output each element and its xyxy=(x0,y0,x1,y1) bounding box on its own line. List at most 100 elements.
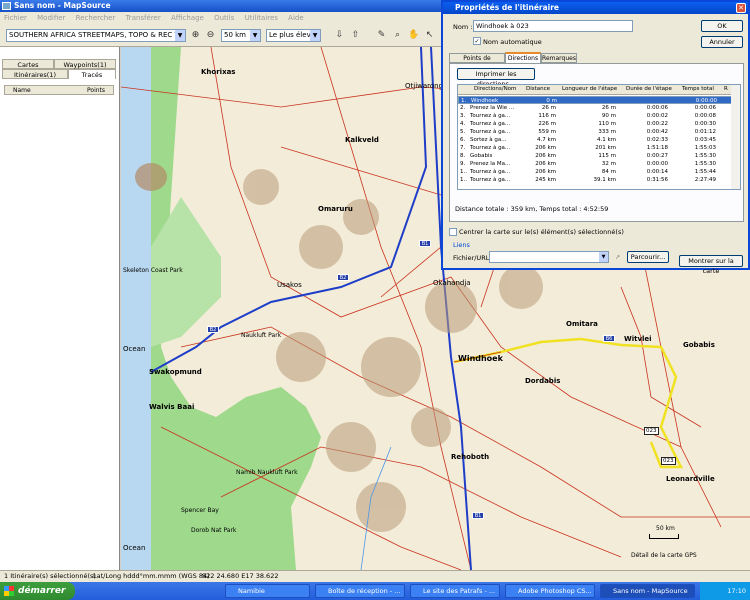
cell-dist: 206 km xyxy=(535,169,556,175)
window-title: Sans nom - MapSource xyxy=(14,1,111,10)
direction-row[interactable]: 4. Tournez à ga... 226 m 110 m 0:00:22 0:00:3… xyxy=(458,120,732,128)
column-leg-time[interactable]: Durée de l'étape xyxy=(626,85,672,94)
cell-len: 32 m xyxy=(601,161,616,167)
zoom-in-icon[interactable]: ⊕ xyxy=(190,30,201,41)
detail-level-select[interactable]: Le plus élevé ▼ xyxy=(266,29,321,42)
cell-dur: 0:00:02 xyxy=(646,113,668,119)
menu-edit[interactable]: Modifier xyxy=(37,14,65,22)
file-url-input[interactable]: ▼ xyxy=(489,251,609,263)
taskbar-item[interactable]: Namibie xyxy=(225,584,310,598)
column-leg-length[interactable]: Longueur de l'étape xyxy=(562,85,617,94)
menu-utilities[interactable]: Utilitaires xyxy=(245,14,278,22)
name-label: Nom : xyxy=(453,23,473,31)
ok-button[interactable]: OK xyxy=(701,20,743,32)
tab-waypoints[interactable]: Points de passage xyxy=(449,53,505,71)
cell-dur: 0:00:42 xyxy=(646,129,668,135)
tab-notes[interactable]: Remarques xyxy=(541,53,577,63)
column-r[interactable]: R xyxy=(724,85,728,94)
print-directions-button[interactable]: Imprimer les directions... xyxy=(457,68,535,88)
open-link-icon[interactable]: ➚ xyxy=(615,253,620,261)
select-tool-icon[interactable]: ↖ xyxy=(424,30,435,41)
tab-routes[interactable]: Itinéraires(1) xyxy=(2,69,68,79)
links-label: Liens xyxy=(453,241,470,249)
directions-list[interactable]: Directions/Nom Distance Longueur de l'ét… xyxy=(457,84,741,190)
receive-from-device-icon[interactable]: ⇩ xyxy=(334,30,345,41)
tab-waypoints[interactable]: Waypoints(1) xyxy=(54,59,116,69)
place-label: Skeleton Coast Park xyxy=(123,267,183,274)
cell-len: 110 m xyxy=(598,121,616,127)
direction-row[interactable]: 5. Tournez à ga... 559 m 333 m 0:00:42 0:01:1… xyxy=(458,128,732,136)
place-label: Witvlei xyxy=(624,335,652,343)
tab-maps[interactable]: Cartes xyxy=(2,59,54,69)
cell-tot: 1:55:44 xyxy=(694,169,716,175)
ocean-area xyxy=(121,47,151,570)
send-to-device-icon[interactable]: ⇧ xyxy=(350,30,361,41)
direction-row[interactable]: 2. Prenez la Wie ... 26 m 26 m 0:00:06 0:00:0… xyxy=(458,104,732,112)
cell-n: 1.. xyxy=(460,177,467,183)
cell-dur: 1:51:18 xyxy=(646,145,668,151)
tab-tracks[interactable]: Tracés xyxy=(68,69,116,79)
taskbar-item[interactable]: Adobe Photoshop CS... xyxy=(505,584,595,598)
menu-view[interactable]: Affichage xyxy=(171,14,204,22)
chevron-down-icon: ▼ xyxy=(175,30,185,41)
taskbar-item[interactable]: Boîte de réception - ... xyxy=(315,584,405,598)
cell-tot: 0:01:12 xyxy=(694,129,716,135)
place-label: Usakos xyxy=(277,281,302,289)
menu-help[interactable]: Aide xyxy=(288,14,303,22)
route-properties-dialog: Propriétés de l'itinéraire ✕ Nom : Windho… xyxy=(441,0,750,275)
place-label: Khorixas xyxy=(201,68,236,76)
column-directions[interactable]: Directions/Nom xyxy=(474,85,516,94)
taskbar-item[interactable]: Sans nom - MapSource xyxy=(600,584,695,598)
zoom-level-value: 50 km xyxy=(224,31,247,39)
menu-search[interactable]: Rechercher xyxy=(76,14,116,22)
pencil-icon[interactable]: ✎ xyxy=(376,30,387,41)
column-distance[interactable]: Distance xyxy=(526,85,550,94)
zoom-tool-icon[interactable]: ⌕ xyxy=(392,30,403,41)
direction-row[interactable]: 6. Sortez à ga... 4.7 km 4.1 km 0:02:33 0:03:… xyxy=(458,136,732,144)
list-header: Name Points xyxy=(4,85,114,95)
dialog-title: Propriétés de l'itinéraire xyxy=(455,3,560,12)
gps-detail-label: Détail de la carte GPS xyxy=(631,552,697,559)
direction-row[interactable]: 1.. Tournez à ga... 206 km 84 m 0:00:14 1:55:… xyxy=(458,168,732,176)
start-button[interactable]: démarrer xyxy=(0,582,75,600)
detail-level-value: Le plus élevé xyxy=(269,31,316,39)
zoom-out-icon[interactable]: ⊖ xyxy=(205,30,216,41)
cell-n: 6. xyxy=(460,137,466,143)
zoom-level-select[interactable]: 50 km ▼ xyxy=(221,29,261,42)
waypoint-flag: 023 xyxy=(661,457,676,465)
column-name[interactable]: Name xyxy=(13,86,31,95)
map-product-select[interactable]: SOUTHERN AFRICA STREETMAPS, TOPO & REC V… xyxy=(6,29,186,42)
windows-logo-icon xyxy=(4,586,14,596)
selection-status: 1 Itinéraire(s) sélectionné(s) xyxy=(4,572,96,580)
cell-dur: 0:00:22 xyxy=(646,121,668,127)
direction-row[interactable]: 3. Tournez à ga... 116 m 90 m 0:00:02 0:00:08 xyxy=(458,112,732,120)
cell-dir: Tournez à ga... xyxy=(470,145,511,151)
cell-n: 9. xyxy=(460,161,466,167)
direction-row[interactable]: 1. Windhoek 0 m 0:00:00 xyxy=(458,96,732,104)
route-name-field[interactable]: Windhoek à 023 xyxy=(473,20,633,32)
cell-tot: 0:03:45 xyxy=(694,137,716,143)
tab-directions[interactable]: Directions xyxy=(505,52,541,63)
close-icon[interactable]: ✕ xyxy=(736,3,746,13)
scrollbar[interactable] xyxy=(731,85,740,189)
place-label: Swakopmund xyxy=(149,368,202,376)
direction-row[interactable]: 8. Gobabis 206 km 115 m 0:00:27 1:55:30 xyxy=(458,152,732,160)
column-total-time[interactable]: Temps total xyxy=(682,85,714,94)
direction-row[interactable]: 9. Prenez la Ma... 206 km 32 m 0:00:00 1:55:3… xyxy=(458,160,732,168)
menu-tools[interactable]: Outils xyxy=(214,14,234,22)
cell-dir: Sortez à ga... xyxy=(470,137,507,143)
direction-row[interactable]: 7. Tournez à ga... 206 km 201 km 1:51:18 1:55… xyxy=(458,144,732,152)
cell-n: 7. xyxy=(460,145,466,151)
browse-button[interactable]: Parcourir... xyxy=(627,251,669,263)
center-map-checkbox[interactable] xyxy=(449,228,457,236)
cancel-button[interactable]: Annuler xyxy=(701,36,743,48)
show-on-map-button[interactable]: Montrer sur la carte xyxy=(679,255,743,275)
auto-name-checkbox[interactable]: ✓ xyxy=(473,37,481,45)
direction-row[interactable]: 1.. Tournez à ga... 245 km 39.1 km 0:31:56 2:… xyxy=(458,176,732,184)
hand-tool-icon[interactable]: ✋ xyxy=(408,30,419,41)
column-points[interactable]: Points xyxy=(87,86,105,95)
menu-file[interactable]: Fichier xyxy=(4,14,27,22)
taskbar-item[interactable]: Le site des Patrafs - ... xyxy=(410,584,500,598)
menu-transfer[interactable]: Transférer xyxy=(126,14,161,22)
scale-bar xyxy=(649,534,679,539)
